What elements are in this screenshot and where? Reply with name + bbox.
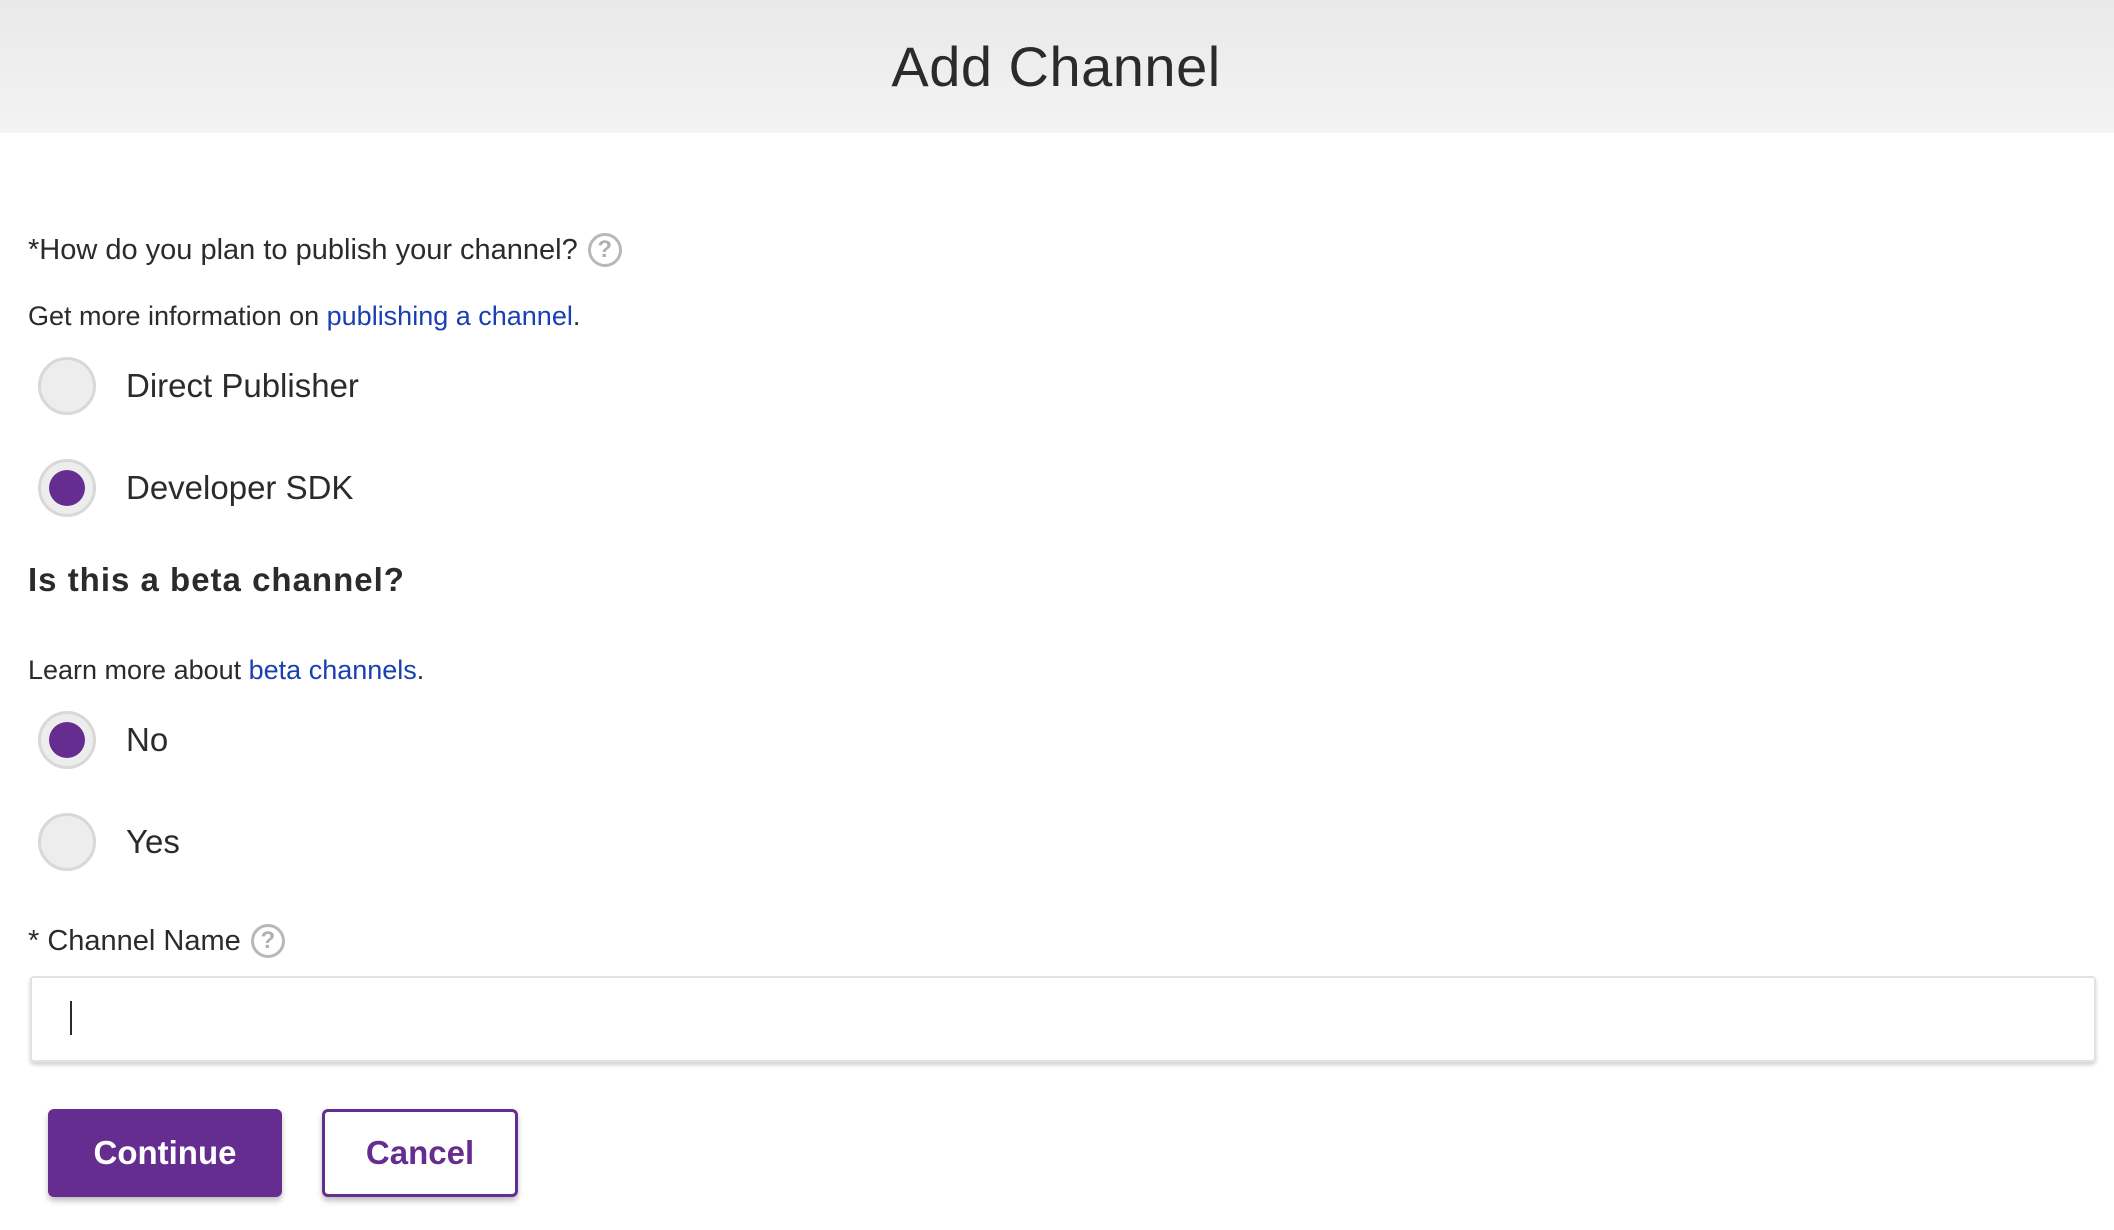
beta-info: Learn more about beta channels. (28, 655, 424, 686)
publish-question-text: *How do you plan to publish your channel… (28, 233, 578, 266)
channel-name-label-text: * Channel Name (28, 924, 241, 957)
help-icon[interactable]: ? (587, 233, 622, 267)
channel-name-input[interactable] (30, 976, 2096, 1062)
radio-label: Developer SDK (126, 469, 354, 506)
text-caret (70, 1001, 72, 1035)
beta-info-prefix: Learn more about (28, 655, 249, 685)
publish-info-prefix: Get more information on (28, 301, 327, 331)
radio-unselected-icon[interactable] (38, 357, 96, 415)
radio-label: No (126, 721, 169, 758)
radio-selected-icon[interactable] (38, 711, 96, 769)
radio-direct-publisher[interactable]: Direct Publisher (38, 357, 359, 415)
publish-info: Get more information on publishing a cha… (28, 301, 580, 332)
page-header: Add Channel (0, 0, 2114, 133)
channel-name-label: * Channel Name ? (28, 924, 285, 958)
radio-label: Direct Publisher (126, 367, 359, 404)
radio-dot (49, 470, 85, 506)
radio-beta-yes[interactable]: Yes (38, 813, 180, 871)
publish-info-suffix: . (572, 301, 581, 331)
radio-unselected-icon[interactable] (38, 813, 96, 871)
beta-heading: Is this a beta channel? (28, 561, 405, 598)
radio-selected-icon[interactable] (38, 459, 96, 517)
page-title: Add Channel (891, 35, 1221, 98)
publish-question: *How do you plan to publish your channel… (28, 233, 622, 267)
radio-developer-sdk[interactable]: Developer SDK (38, 459, 353, 517)
radio-beta-no[interactable]: No (38, 711, 168, 769)
beta-channels-link[interactable]: beta channels (249, 655, 417, 685)
continue-button[interactable]: Continue (48, 1109, 282, 1197)
help-icon[interactable]: ? (250, 924, 285, 958)
radio-label: Yes (126, 823, 180, 860)
cancel-button[interactable]: Cancel (322, 1109, 518, 1197)
beta-info-suffix: . (416, 655, 425, 685)
radio-dot (49, 722, 85, 758)
publishing-channel-link[interactable]: publishing a channel (327, 301, 573, 331)
